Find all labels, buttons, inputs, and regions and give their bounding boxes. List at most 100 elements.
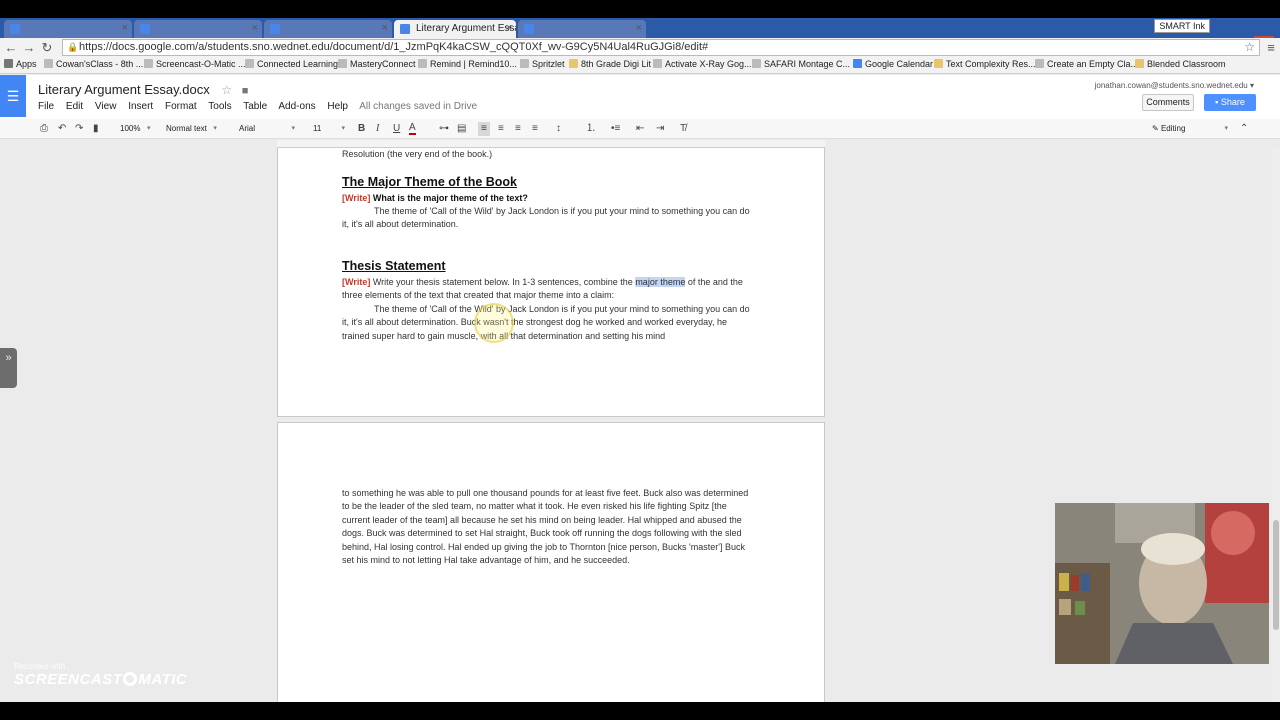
bookmark-apps[interactable]: Apps — [4, 59, 37, 69]
bookmark-item[interactable]: Cowan'sClass - 8th ... — [44, 59, 143, 69]
webcam-image — [1055, 503, 1269, 664]
align-left-icon[interactable]: ≡ — [478, 122, 490, 136]
scrollbar-thumb[interactable] — [1273, 520, 1279, 630]
bookmark-label: Screencast-O-Matic ... — [156, 59, 246, 69]
increase-indent-icon[interactable]: ⇥ — [656, 122, 664, 136]
line-spacing-icon[interactable]: ↕ — [556, 122, 561, 136]
menu-icon[interactable]: ≡ — [1262, 39, 1280, 57]
bold-icon[interactable]: B — [358, 122, 365, 136]
align-justify-icon[interactable]: ≡ — [532, 122, 538, 136]
browser-tab-active[interactable]: Literary Argument Essay.d× — [394, 20, 516, 38]
smart-ink-badge[interactable]: SMART Ink — [1154, 19, 1210, 33]
ruler[interactable] — [277, 140, 825, 148]
user-email-text: jonathan.cowan@students.sno.wednet.edu — [1094, 81, 1248, 90]
decrease-indent-icon[interactable]: ⇤ — [636, 122, 644, 136]
paint-format-icon[interactable]: ▮ — [93, 122, 99, 136]
editing-mode-label: Editing — [1160, 124, 1186, 133]
print-icon[interactable]: ⎙ — [40, 122, 48, 136]
close-icon[interactable]: × — [382, 22, 388, 34]
font-select[interactable]: Arial — [239, 122, 295, 136]
close-icon[interactable]: × — [636, 22, 642, 34]
bookmark-folder[interactable]: 8th Grade Digi Lit — [569, 59, 651, 69]
comment-icon[interactable]: ▤ — [457, 122, 466, 136]
bookmark-label: Spritzlet — [532, 59, 565, 69]
apps-icon — [4, 59, 13, 68]
menu-file[interactable]: File — [38, 101, 54, 112]
bookmark-folder[interactable]: Blended Classroom — [1135, 59, 1226, 69]
browser-tab-strip: × × × Literary Argument Essay.d× × SMART… — [0, 18, 1280, 52]
browser-tab[interactable]: × — [264, 20, 392, 38]
lock-icon: 🔒 — [67, 42, 79, 52]
undo-icon[interactable]: ↶ — [58, 122, 66, 136]
bookmark-item[interactable]: Connected Learning — [245, 59, 338, 69]
menu-format[interactable]: Format — [165, 101, 197, 112]
side-panel-toggle[interactable]: » — [0, 348, 17, 388]
thesis-prompt-text: Write your thesis statement below. In 1-… — [370, 277, 636, 287]
bookmark-label: Connected Learning — [257, 59, 339, 69]
url-input[interactable]: 🔒 https://docs.google.com/a/students.sno… — [62, 39, 1260, 56]
menu-view[interactable]: View — [95, 101, 117, 112]
menu-add-ons[interactable]: Add-ons — [278, 101, 315, 112]
menu-table[interactable]: Table — [243, 101, 267, 112]
close-icon[interactable]: × — [506, 22, 512, 34]
tab-label: Literary Argument Essay.d — [416, 23, 516, 34]
scrollbar[interactable] — [1272, 148, 1280, 720]
docs-header: ☰ Literary Argument Essay.docx ☆ ■ File … — [0, 75, 1280, 119]
forward-arrow-icon[interactable]: → — [20, 39, 38, 57]
folder-icon[interactable]: ■ — [242, 85, 249, 97]
numbered-list-icon[interactable]: ⒈ — [586, 122, 596, 136]
comments-button[interactable]: Comments — [1142, 94, 1194, 111]
browser-tab[interactable]: × — [518, 20, 646, 38]
close-icon[interactable]: × — [252, 22, 258, 34]
redo-icon[interactable]: ↷ — [75, 122, 83, 136]
italic-icon[interactable]: I — [376, 122, 379, 136]
reload-icon[interactable]: ↻ — [38, 39, 56, 57]
star-icon[interactable]: ☆ — [221, 83, 232, 97]
collapse-icon[interactable]: ⌃ — [1240, 122, 1248, 136]
document-page-2[interactable]: to something he was able to pull one tho… — [277, 422, 825, 712]
page-icon — [418, 59, 427, 68]
link-icon[interactable]: ⊶ — [439, 122, 449, 136]
bookmark-folder[interactable]: Text Complexity Res... — [934, 59, 1036, 69]
back-arrow-icon[interactable]: ← — [2, 39, 20, 57]
share-button[interactable]: ▪ Share — [1204, 94, 1256, 111]
page-icon — [653, 59, 662, 68]
underline-icon[interactable]: U — [393, 122, 400, 136]
bookmark-item[interactable]: Remind | Remind10... — [418, 59, 517, 69]
bookmark-item[interactable]: Create an Empty Cla... — [1035, 59, 1138, 69]
thesis-prompt: [Write] Write your thesis statement belo… — [342, 276, 754, 303]
document-page-1[interactable]: Resolution (the very end of the book.) T… — [277, 148, 825, 417]
docs-home-icon[interactable]: ☰ — [0, 75, 26, 117]
bulleted-list-icon[interactable]: •≡ — [611, 122, 620, 136]
formatting-toolbar: ⎙ ↶ ↷ ▮ 100% Normal text Arial 11 B I U … — [0, 119, 1280, 139]
text-color-icon[interactable]: A — [409, 122, 416, 135]
align-center-icon[interactable]: ≡ — [498, 122, 504, 136]
page-icon — [520, 59, 529, 68]
tab-favicon-icon — [270, 24, 280, 34]
close-icon[interactable]: × — [122, 22, 128, 34]
zoom-select[interactable]: 100% — [120, 122, 151, 136]
font-size-select[interactable]: 11 — [313, 122, 345, 136]
bookmark-item[interactable]: MasteryConnect — [338, 59, 416, 69]
screencast-watermark: Recorded with SCREENCAST MATIC — [14, 662, 187, 688]
bookmark-item[interactable]: Screencast-O-Matic ... — [144, 59, 246, 69]
clear-formatting-icon[interactable]: T̸ — [680, 122, 686, 136]
folder-icon — [569, 59, 578, 68]
style-select[interactable]: Normal text — [166, 122, 217, 136]
bookmark-item[interactable]: Spritzlet — [520, 59, 565, 69]
browser-tab[interactable]: × — [134, 20, 262, 38]
document-title[interactable]: Literary Argument Essay.docx ☆ ■ — [38, 82, 248, 97]
editing-mode-select[interactable]: ✎ Editing — [1152, 122, 1228, 136]
user-email[interactable]: jonathan.cowan@students.sno.wednet.edu ▾ — [1095, 81, 1254, 90]
menu-help[interactable]: Help — [327, 101, 348, 112]
menu-tools[interactable]: Tools — [208, 101, 231, 112]
bookmark-item[interactable]: Activate X-Ray Gog... — [653, 59, 752, 69]
bookmark-item[interactable]: Google Calendar — [853, 59, 933, 69]
save-status[interactable]: All changes saved in Drive — [359, 101, 477, 112]
menu-edit[interactable]: Edit — [66, 101, 83, 112]
align-right-icon[interactable]: ≡ — [515, 122, 521, 136]
menu-insert[interactable]: Insert — [128, 101, 153, 112]
bookmark-star-icon[interactable]: ☆ — [1244, 40, 1255, 54]
browser-tab[interactable]: × — [4, 20, 132, 38]
bookmark-item[interactable]: SAFARI Montage C... — [752, 59, 850, 69]
